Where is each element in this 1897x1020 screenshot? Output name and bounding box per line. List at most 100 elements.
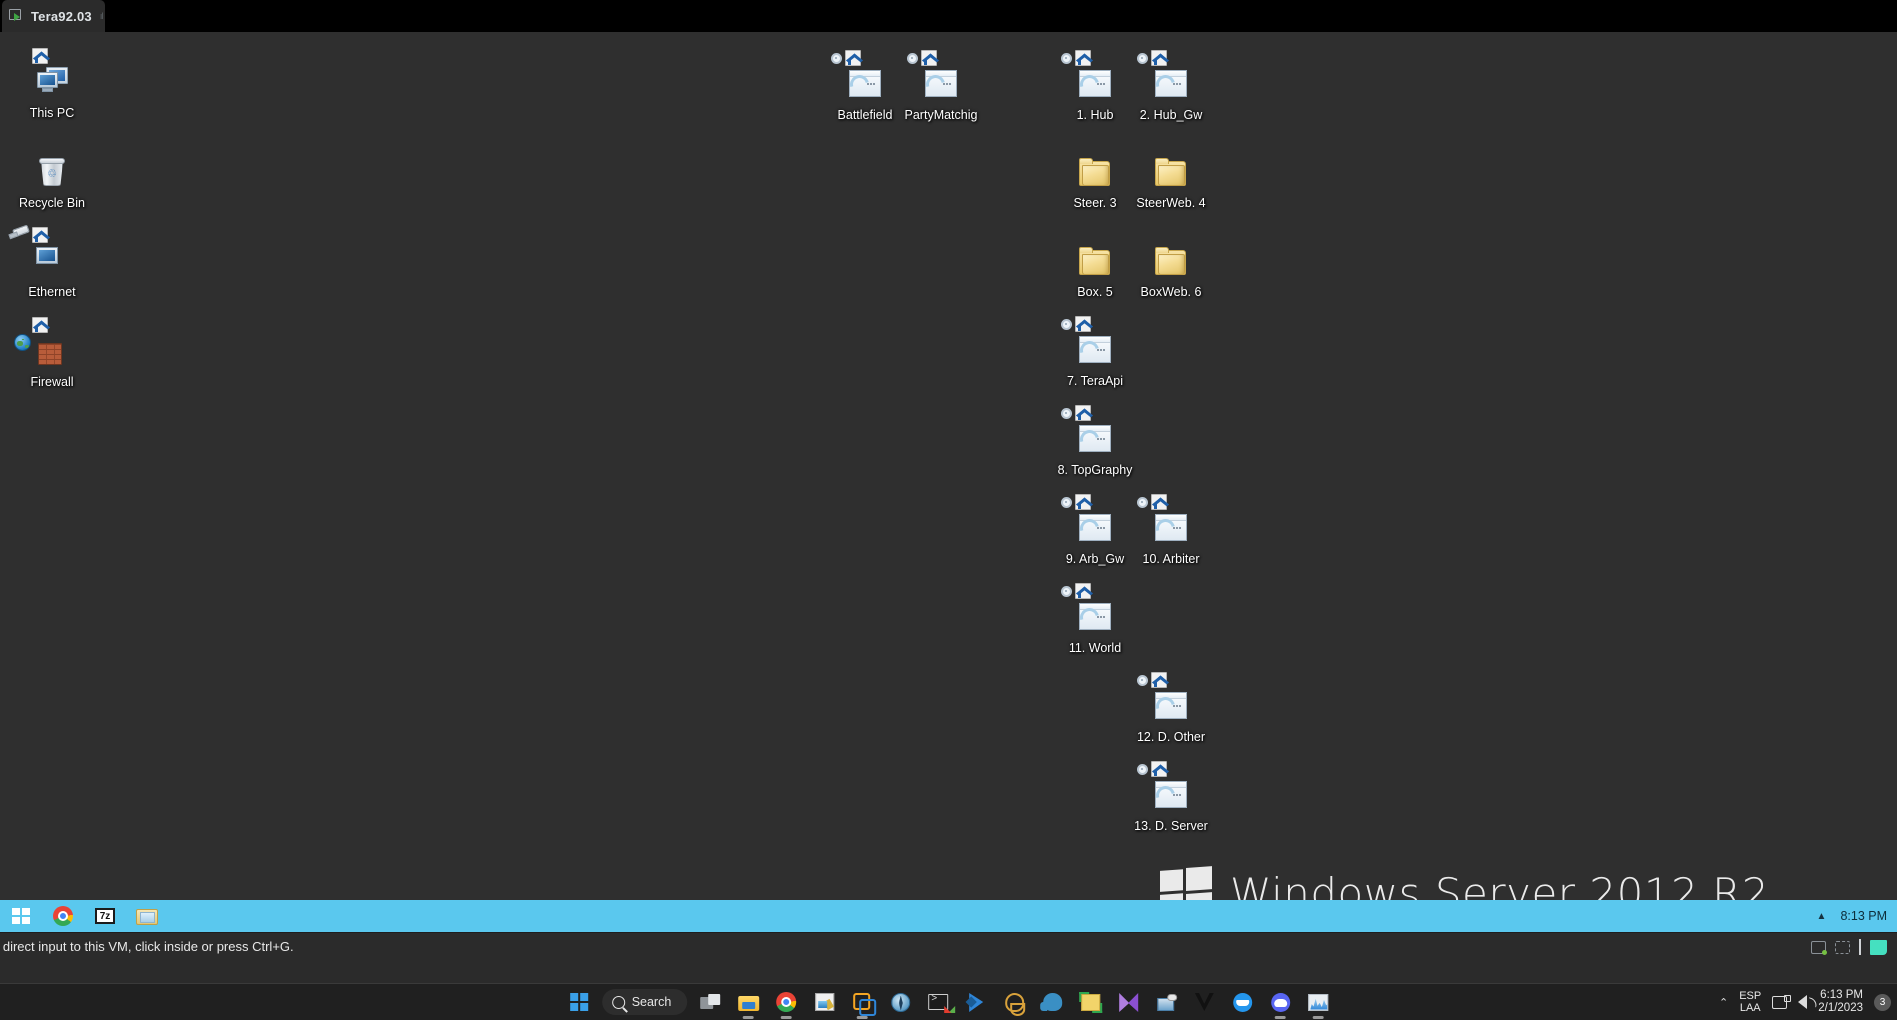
task-view-button[interactable] [695, 987, 725, 1017]
tray-overflow-icon[interactable]: ▲ [1817, 911, 1827, 922]
paint-button[interactable] [809, 987, 839, 1017]
network-adapter-icon[interactable] [1835, 940, 1850, 954]
shortcut-arrow-icon [921, 50, 937, 66]
desktop-icon-label: SteerWeb. 4 [1136, 196, 1206, 210]
desktop-icon-partymatchig[interactable]: PartyMatchig [895, 50, 987, 122]
display-icon[interactable] [1870, 939, 1887, 955]
divider [1859, 939, 1861, 955]
vmware-status-bar: o direct input to this VM, click inside … [0, 932, 1897, 984]
guest-clock[interactable]: 8:13 PM [1840, 909, 1887, 923]
guest-desktop[interactable]: This PC ♲ Recycle Bin Ethernet Firewall … [0, 32, 1897, 932]
remote-desktop-button[interactable] [1151, 987, 1181, 1017]
search-icon [611, 995, 625, 1009]
guest-explorer-button[interactable] [126, 900, 168, 932]
firewall-icon [14, 317, 72, 373]
application-shortcut-icon [1061, 583, 1115, 639]
shortcut-arrow-icon [1075, 50, 1091, 66]
desktop-icon-boxweb-6[interactable]: BoxWeb. 6 [1125, 243, 1217, 299]
desktop-icon-label: 13. D. Server [1134, 819, 1208, 833]
performance-monitor-button[interactable] [1303, 987, 1333, 1017]
chart-icon [1308, 993, 1329, 1011]
guest-system-tray: ▲ 8:13 PM [1817, 909, 1897, 923]
vmware-workstation-window: Tera92.03 ıl This PC ♲ Recycle Bin Ether… [0, 0, 1897, 984]
desktop-icon-12-d-other[interactable]: 12. D. Other [1125, 672, 1217, 744]
shortcut-arrow-icon [1151, 761, 1167, 777]
recycle-bin-icon: ♲ [32, 154, 72, 194]
desktop-icon-label: Ethernet [28, 285, 76, 299]
discord-button[interactable] [1265, 987, 1295, 1017]
terminal-button[interactable] [923, 987, 956, 1017]
visual-studio-button[interactable] [1113, 987, 1143, 1017]
shortcut-arrow-icon [1075, 405, 1091, 421]
notification-badge[interactable]: 3 [1874, 993, 1891, 1011]
docker-button[interactable] [1227, 987, 1257, 1017]
pgadmin-button[interactable] [1037, 987, 1067, 1017]
host-start-button[interactable] [564, 987, 594, 1017]
guest-chrome-button[interactable] [42, 900, 84, 932]
language-line-1: ESP [1739, 990, 1762, 1002]
guest-start-button[interactable] [0, 900, 42, 932]
desktop-icon-label: 10. Arbiter [1142, 552, 1200, 566]
desktop-icon-label: Recycle Bin [19, 196, 85, 210]
desktop-icon-recycle-bin[interactable]: ♲ Recycle Bin [6, 154, 98, 210]
vivaldi-button[interactable] [1189, 987, 1219, 1017]
windows-11-logo-icon [569, 993, 588, 1011]
guest-sevenzip-button[interactable]: 7z [84, 900, 126, 932]
search-button[interactable]: Search [601, 989, 688, 1015]
vscode-button[interactable] [961, 987, 991, 1017]
desktop-icon-ethernet[interactable]: Ethernet [6, 224, 98, 299]
windows-logo-icon [11, 907, 31, 925]
desktop-icon-label: Steer. 3 [1073, 196, 1117, 210]
elephant-icon [1039, 993, 1062, 1011]
vm-tab[interactable]: Tera92.03 ıl [2, 0, 105, 32]
compass-app-button[interactable] [885, 987, 915, 1017]
desktop-icon-label: 2. Hub_Gw [1139, 108, 1203, 122]
language-indicator[interactable]: ESP LAA [1739, 990, 1761, 1014]
tray-overflow-icon[interactable]: ⌃ [1719, 996, 1728, 1009]
shortcut-arrow-icon [1151, 50, 1167, 66]
visual-studio-icon [1118, 992, 1138, 1012]
hard-disk-icon[interactable] [1811, 940, 1827, 955]
desktop-icon-firewall[interactable]: Firewall [6, 317, 98, 389]
terminal-icon [928, 994, 956, 1013]
desktop-icon-this-pc[interactable]: This PC [6, 48, 98, 120]
desktop-icon-2-hub-gw[interactable]: 2. Hub_Gw [1125, 50, 1217, 122]
docker-icon [1232, 992, 1252, 1012]
desktop-icon-7-teraapi[interactable]: 7. TeraApi [1049, 316, 1141, 388]
desktop-icon-steerweb-4[interactable]: SteerWeb. 4 [1125, 154, 1217, 210]
network-icon[interactable] [1772, 994, 1792, 1009]
desktop-icon-8-topgraphy[interactable]: 8. TopGraphy [1049, 405, 1141, 477]
shortcut-arrow-icon [1075, 494, 1091, 510]
navicat-button[interactable] [999, 987, 1029, 1017]
file-explorer-button[interactable] [733, 987, 763, 1017]
host-clock[interactable]: 6:13 PM 2/1/2023 [1818, 989, 1863, 1015]
desktop-icon-label: PartyMatchig [904, 108, 978, 122]
guest-taskbar: 7z ▲ 8:13 PM [0, 900, 1897, 932]
file-explorer-icon [136, 907, 158, 925]
desktop-icon-11-world[interactable]: 11. World [1049, 583, 1141, 655]
desktop-icon-10-arbiter[interactable]: 10. Arbiter [1125, 494, 1217, 566]
desktop-icon-label: This PC [29, 106, 75, 120]
clock-date: 2/1/2023 [1818, 1002, 1863, 1014]
compass-icon [890, 992, 910, 1012]
vmware-workstation-button[interactable] [847, 987, 877, 1017]
chrome-button[interactable] [771, 987, 801, 1017]
vm-tab-label: Tera92.03 [31, 8, 92, 24]
volume-icon[interactable] [1798, 995, 1808, 1009]
paint-icon [814, 993, 834, 1011]
host-system-tray: ⌃ ESP LAA 6:13 PM 2/1/2023 3 [1719, 984, 1891, 1020]
desktop-icon-label: 8. TopGraphy [1057, 463, 1133, 477]
application-shortcut-icon [1137, 494, 1191, 550]
ethernet-icon [12, 224, 72, 283]
file-explorer-icon [737, 994, 759, 1011]
application-shortcut-icon [1061, 50, 1115, 106]
shortcut-arrow-icon [1151, 494, 1167, 510]
vm-input-hint: o direct input to this VM, click inside … [0, 939, 294, 954]
navicat-icon [1004, 992, 1025, 1016]
task-view-icon [700, 994, 721, 1010]
discord-icon [1270, 992, 1290, 1012]
snipping-tool-button[interactable] [1075, 987, 1105, 1017]
chrome-icon [53, 906, 73, 926]
host-taskbar-center: Search [564, 984, 1334, 1020]
desktop-icon-13-d-server[interactable]: 13. D. Server [1125, 761, 1217, 833]
